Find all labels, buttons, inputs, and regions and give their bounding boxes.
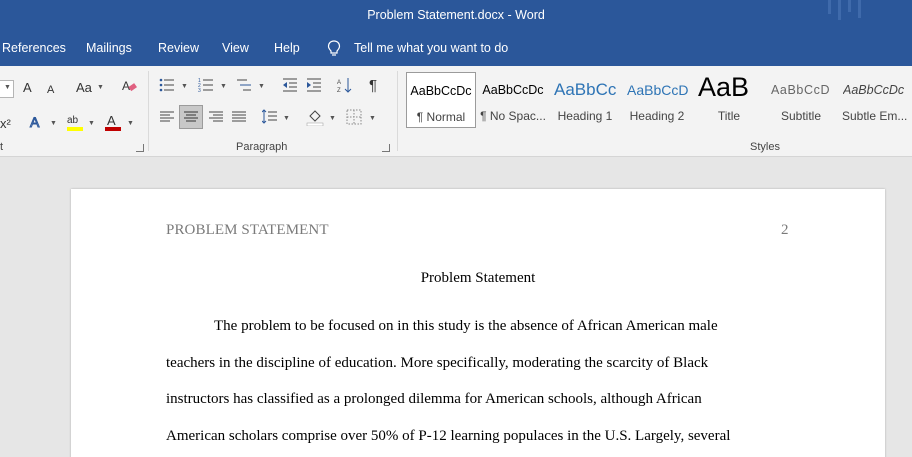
style-sample: AaBbCcDc: [843, 83, 905, 97]
multilevel-list-icon[interactable]: [236, 77, 252, 93]
chevron-down-icon: ▼: [258, 83, 265, 90]
style-heading-1[interactable]: AaBbCc Heading 1: [550, 72, 620, 128]
style-heading-2[interactable]: AaBbCcD Heading 2: [622, 72, 692, 128]
tab-view[interactable]: View: [222, 41, 249, 55]
superscript-icon[interactable]: x²: [0, 116, 11, 132]
style-name: Subtitle: [780, 109, 822, 123]
chevron-down-icon: ▼: [220, 83, 227, 90]
svg-text:ab: ab: [67, 115, 79, 126]
style-sample: AaBbCcD: [771, 83, 831, 97]
svg-text:A: A: [30, 114, 40, 130]
increase-indent-icon[interactable]: [306, 77, 322, 93]
shrink-font-icon[interactable]: A: [47, 82, 54, 98]
font-color-icon[interactable]: A: [104, 112, 122, 132]
style-normal[interactable]: AaBbCcDc ¶ Normal: [406, 72, 476, 128]
highlight-icon[interactable]: ab: [66, 112, 84, 132]
style-sample: AaBbCcDc: [482, 83, 544, 97]
style-subtitle[interactable]: AaBbCcD Subtitle: [766, 72, 836, 128]
tab-review[interactable]: Review: [158, 41, 199, 55]
chevron-down-icon: ▼: [50, 120, 57, 127]
menu-bar: References Mailings Review View Help Tel…: [0, 32, 912, 66]
title-bar: Problem Statement.docx - Word: [0, 0, 912, 32]
chevron-down-icon: ▼: [329, 115, 336, 122]
tab-help[interactable]: Help: [274, 41, 300, 55]
bullets-icon[interactable]: [159, 77, 175, 93]
style-sample: AaBbCcD: [627, 82, 689, 98]
change-case-icon[interactable]: Aa: [76, 80, 92, 96]
paragraph-group-label: Paragraph: [236, 141, 288, 153]
decoration: [838, 0, 841, 20]
font-group-label: t: [0, 141, 4, 153]
group-divider: [397, 71, 398, 151]
group-divider: [148, 71, 149, 151]
chevron-down-icon: ▼: [4, 84, 11, 91]
tab-mailings[interactable]: Mailings: [86, 41, 132, 55]
style-sample: AaB: [698, 72, 750, 102]
chevron-down-icon: ▼: [127, 120, 134, 127]
ribbon: ▼ A A Aa ▼ A x² A ▼ ab ▼ A ▼ t ▼ 123 ▼ ▼: [0, 66, 912, 157]
svg-text:Z: Z: [337, 88, 341, 93]
align-left-icon[interactable]: [159, 109, 175, 125]
paragraph-dialog-launcher[interactable]: [382, 144, 390, 152]
document-title: Problem Statement: [420, 270, 536, 286]
style-name: Heading 2: [629, 109, 685, 123]
shading-icon[interactable]: [306, 108, 324, 126]
svg-text:3: 3: [198, 88, 201, 93]
style-title[interactable]: AaB Title: [694, 72, 764, 128]
svg-text:A: A: [107, 113, 116, 128]
style-name: ¶ Normal: [416, 110, 466, 124]
svg-text:A: A: [337, 80, 341, 86]
sort-icon[interactable]: AZ: [337, 77, 353, 93]
grow-font-icon[interactable]: A: [23, 80, 32, 96]
style-no-spacing[interactable]: AaBbCcDc ¶ No Spac...: [478, 72, 548, 128]
tell-me-search[interactable]: Tell me what you want to do: [354, 41, 508, 55]
text-effects-icon[interactable]: A: [29, 114, 45, 130]
style-sample: AaBbCc: [554, 80, 617, 99]
align-right-icon[interactable]: [208, 109, 224, 125]
running-head: PROBLEM STATEMENT: [166, 222, 329, 238]
font-dialog-launcher[interactable]: [136, 144, 144, 152]
chevron-down-icon: ▼: [283, 115, 290, 122]
align-center-icon: [184, 111, 198, 122]
justify-icon[interactable]: [231, 109, 247, 125]
body-line: American scholars comprise over 50% of P…: [166, 428, 731, 444]
decrease-indent-icon[interactable]: [282, 77, 298, 93]
line-spacing-icon[interactable]: [262, 109, 278, 125]
chevron-down-icon: ▼: [181, 83, 188, 90]
tab-references[interactable]: References: [2, 41, 66, 55]
chevron-down-icon: ▼: [97, 84, 104, 91]
lightbulb-icon: [327, 40, 341, 56]
align-center-button[interactable]: [179, 105, 203, 129]
decoration: [858, 0, 861, 18]
style-name: Title: [717, 109, 741, 123]
window-title: Problem Statement.docx - Word: [367, 8, 545, 22]
numbering-icon[interactable]: 123: [198, 77, 214, 93]
show-formatting-icon[interactable]: ¶: [369, 78, 377, 94]
style-name: Subtle Em...: [842, 109, 908, 123]
clear-formatting-icon[interactable]: A: [121, 78, 137, 94]
style-name: ¶ No Spac...: [480, 109, 546, 123]
body-line: teachers in the discipline of education.…: [166, 355, 709, 371]
decoration: [828, 0, 831, 14]
style-name: Heading 1: [557, 109, 613, 123]
decoration: [848, 0, 851, 12]
svg-text:A: A: [122, 79, 130, 93]
document-page[interactable]: PROBLEM STATEMENT 2 Problem Statement Th…: [71, 189, 885, 457]
style-subtle-emphasis[interactable]: AaBbCcDc Subtle Em...: [838, 72, 912, 128]
borders-icon[interactable]: [346, 109, 362, 125]
body-line: The problem to be focused on in this stu…: [214, 318, 718, 334]
chevron-down-icon: ▼: [369, 115, 376, 122]
chevron-down-icon: ▼: [88, 120, 95, 127]
page-number: 2: [781, 222, 789, 238]
body-line: instructors has classified as a prolonge…: [166, 391, 702, 407]
styles-group-label: Styles: [750, 141, 780, 153]
style-sample: AaBbCcDc: [410, 84, 472, 98]
